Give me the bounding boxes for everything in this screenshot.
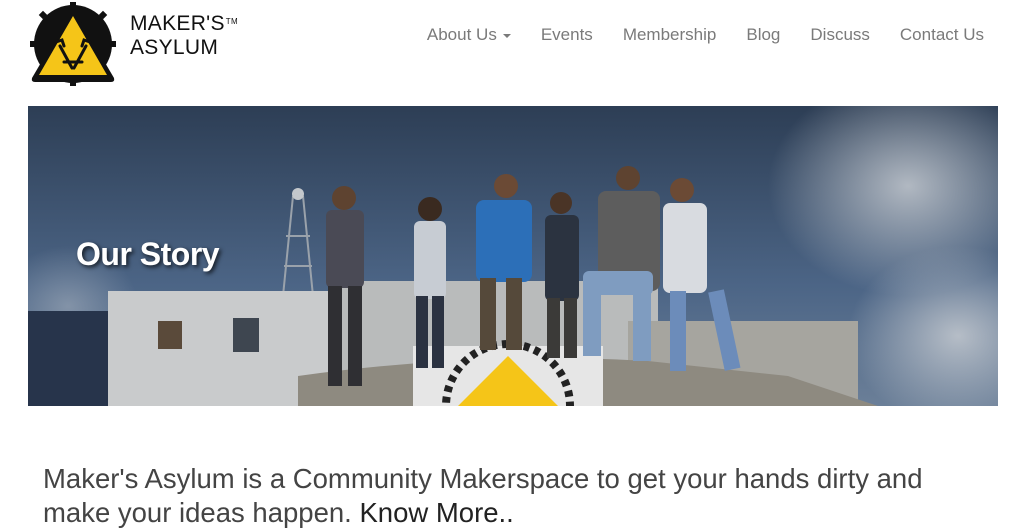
tagline: Maker's Asylum is a Community Makerspace…	[43, 462, 983, 530]
hero-banner: Our Story	[28, 106, 998, 406]
nav-membership[interactable]: Membership	[608, 24, 732, 46]
nav-events[interactable]: Events	[526, 24, 608, 46]
caret-down-icon	[502, 34, 511, 38]
nav-blog[interactable]: Blog	[731, 24, 795, 46]
brand-line1: MAKER'S	[130, 12, 225, 35]
nav-contact-us[interactable]: Contact Us	[885, 24, 984, 46]
nav-discuss[interactable]: Discuss	[795, 24, 885, 46]
brand-name[interactable]: MAKER'STM ASYLUM	[130, 12, 238, 60]
main-nav: About Us Events Membership Blog Discuss …	[412, 24, 984, 46]
site-header: MAKER'STM ASYLUM About Us Events Members…	[0, 0, 1014, 100]
brand-line2: ASYLUM	[130, 36, 219, 59]
nav-about-us[interactable]: About Us	[412, 24, 526, 46]
know-more-link[interactable]: Know More..	[359, 497, 513, 528]
hero-title: Our Story	[76, 236, 220, 272]
makers-asylum-logo[interactable]	[26, 2, 120, 86]
trademark: TM	[225, 17, 238, 26]
nav-about-label: About Us	[426, 25, 497, 44]
